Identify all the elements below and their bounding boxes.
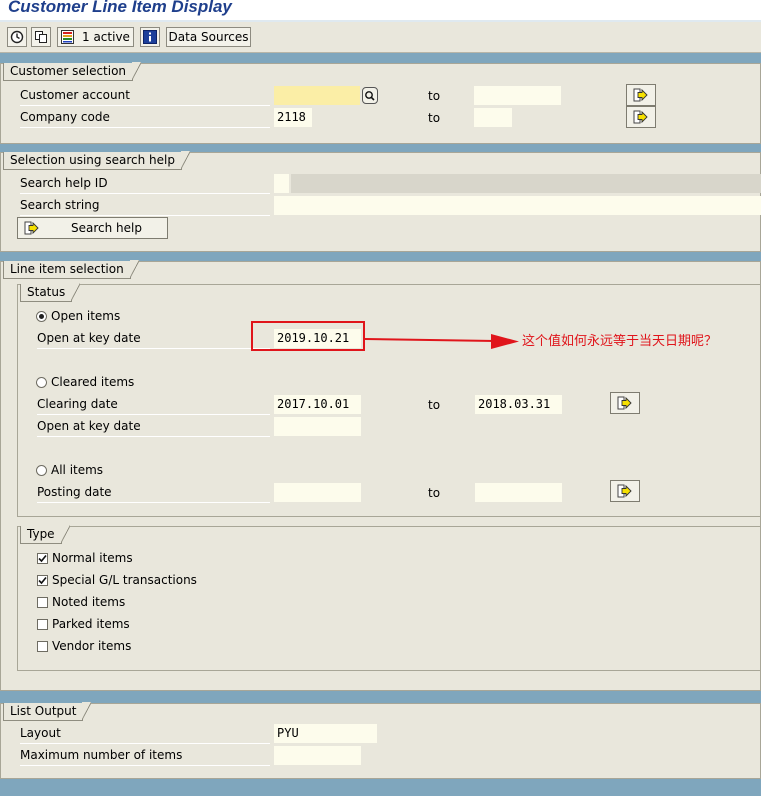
special-gl-transactions-label: Special G/L transactions [52, 573, 197, 587]
customer-account-input[interactable] [274, 86, 360, 105]
checkmark-icon [38, 554, 47, 563]
to-label: to [428, 486, 441, 500]
cleared-open-at-key-date-input[interactable] [274, 417, 361, 436]
open-items-label: Open items [51, 309, 121, 323]
customer-account-multiple-selection-button[interactable] [626, 84, 656, 106]
status-subgroup: Status Open items Open at key date 2019.… [17, 283, 761, 517]
separator-band [0, 144, 761, 152]
window-title: Customer Line Item Display [8, 0, 232, 16]
copy-variant-icon [35, 31, 47, 43]
dynamic-selections-icon [61, 30, 74, 44]
search-string-input[interactable] [274, 196, 761, 215]
cleared-open-at-key-date-label: Open at key date [37, 416, 270, 437]
group-title: Selection using search help [3, 151, 190, 170]
customer-account-label: Customer account [20, 85, 270, 106]
noted-items-label: Noted items [52, 595, 126, 609]
posting-date-to-input[interactable] [475, 483, 562, 502]
arrow-right-icon [633, 110, 648, 124]
window-title-bar: Customer Line Item Display [0, 0, 761, 20]
list-output-group: List Output Layout PYU Maximum number of… [0, 702, 761, 779]
search-help-id-input[interactable] [274, 174, 289, 193]
clearing-date-from-input[interactable]: 2017.10.01 [274, 395, 361, 414]
get-variant-button[interactable] [31, 27, 51, 47]
to-label: to [428, 89, 441, 103]
to-label: to [428, 111, 441, 125]
type-subgroup: Type Normal items Special G/L transactio… [17, 525, 761, 671]
search-help-button[interactable]: Search help [17, 217, 168, 239]
dynamic-selections-button[interactable]: 1 active [57, 27, 134, 47]
all-items-radio[interactable] [36, 465, 47, 476]
clock-execute-icon [10, 30, 24, 44]
arrow-right-icon [633, 88, 648, 102]
annotation-highlight-box [251, 321, 365, 351]
noted-items-checkbox[interactable] [37, 597, 48, 608]
company-code-multiple-selection-button[interactable] [626, 106, 656, 128]
posting-date-multiple-selection-button[interactable] [610, 480, 640, 502]
to-label: to [428, 398, 441, 412]
open-items-radio[interactable] [36, 311, 47, 322]
group-title: Type [20, 525, 70, 544]
posting-date-label: Posting date [37, 482, 270, 503]
annotation-arrow-icon [365, 334, 519, 349]
separator-band [0, 779, 761, 796]
group-title: Line item selection [3, 260, 139, 279]
vendor-items-label: Vendor items [52, 639, 132, 653]
layout-input[interactable]: PYU [274, 724, 377, 743]
search-help-button-label: Search help [71, 221, 142, 235]
parked-items-checkbox[interactable] [37, 619, 48, 630]
matchcode-button[interactable] [362, 87, 378, 104]
arrow-right-icon [24, 221, 39, 235]
customer-account-to-input[interactable] [474, 86, 561, 105]
vendor-items-checkbox[interactable] [37, 641, 48, 652]
annotation-text: 这个值如何永远等于当天日期呢？ [522, 334, 718, 349]
layout-label: Layout [20, 723, 270, 744]
arrow-right-icon [617, 396, 632, 410]
arrow-right-icon [617, 484, 632, 498]
separator-band [0, 691, 761, 703]
search-help-description [291, 174, 761, 193]
info-button[interactable] [140, 27, 160, 47]
application-toolbar: 1 active Data Sources [0, 22, 761, 53]
all-items-label: All items [51, 463, 104, 477]
special-gl-transactions-checkbox[interactable] [37, 575, 48, 586]
company-code-label: Company code [20, 107, 270, 128]
parked-items-label: Parked items [52, 617, 130, 631]
search-icon [365, 91, 375, 101]
search-help-id-label: Search help ID [20, 173, 270, 194]
customer-selection-group: Customer selection Customer account to C… [0, 62, 761, 144]
checkmark-icon [38, 576, 47, 585]
data-sources-label: Data Sources [168, 30, 249, 44]
cleared-items-radio[interactable] [36, 377, 47, 388]
separator-band [0, 53, 761, 63]
clearing-date-to-input[interactable]: 2018.03.31 [475, 395, 562, 414]
posting-date-from-input[interactable] [274, 483, 361, 502]
data-sources-button[interactable]: Data Sources [166, 27, 251, 47]
company-code-to-input[interactable] [474, 108, 512, 127]
line-item-selection-group: Line item selection Status Open items Op… [0, 260, 761, 691]
max-items-label: Maximum number of items [20, 745, 270, 766]
normal-items-checkbox[interactable] [37, 553, 48, 564]
clearing-date-multiple-selection-button[interactable] [610, 392, 640, 414]
normal-items-label: Normal items [52, 551, 133, 565]
dynamic-selections-label: 1 active [82, 30, 130, 44]
clearing-date-label: Clearing date [37, 394, 270, 415]
execute-button[interactable] [7, 27, 27, 47]
cleared-items-label: Cleared items [51, 375, 135, 389]
company-code-input[interactable]: 2118 [274, 108, 312, 127]
group-title: Status [20, 283, 81, 302]
group-title: List Output [3, 702, 93, 721]
info-icon [143, 30, 157, 44]
max-items-input[interactable] [274, 746, 361, 765]
open-at-key-date-label: Open at key date [37, 328, 270, 349]
search-string-label: Search string [20, 195, 270, 216]
separator-band [0, 252, 761, 261]
group-title: Customer selection [3, 62, 142, 81]
